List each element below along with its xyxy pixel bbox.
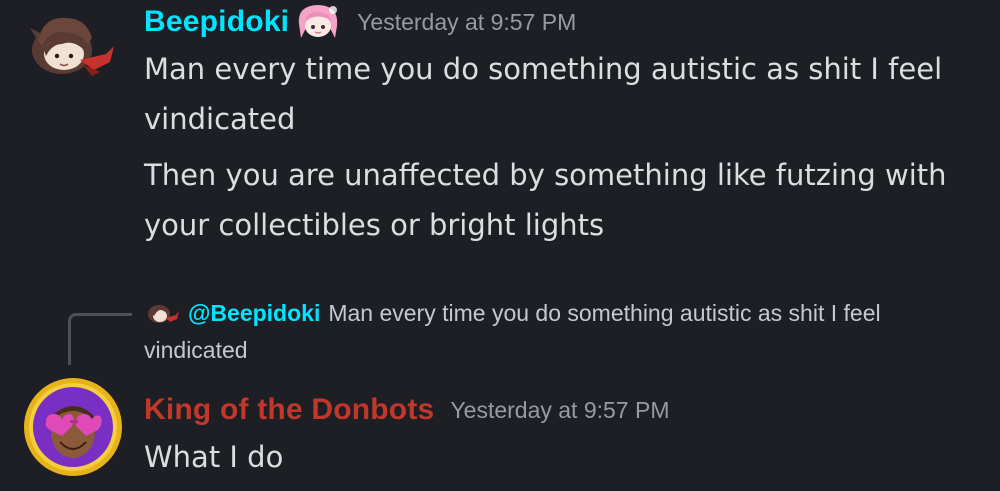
message-group-beepidoki: Beepidoki Yesterday at 9:57 PM Man every…	[0, 0, 1000, 250]
message-header: Beepidoki Yesterday at 9:57 PM	[144, 2, 576, 42]
reply-connector-line	[68, 313, 132, 365]
username-beepidoki[interactable]: Beepidoki	[144, 5, 289, 39]
message-group-king-of-the-donbots: @Beepidoki Man every time you do somethin…	[0, 280, 1000, 491]
message-content: Then you are unaffected by something lik…	[144, 158, 947, 242]
anime-girl-avatar-icon[interactable]	[22, 10, 118, 80]
message-header: King of the Donbots Yesterday at 9:57 PM	[144, 388, 669, 432]
message-content: Man every time you do something autistic…	[144, 52, 943, 136]
heart-sunglasses-face-avatar-icon[interactable]	[22, 376, 124, 478]
message-timestamp[interactable]: Yesterday at 9:57 PM	[450, 397, 669, 424]
reply-preview[interactable]: @Beepidoki Man every time you do somethin…	[144, 295, 984, 369]
username-king-of-the-donbots[interactable]: King of the Donbots	[144, 393, 434, 427]
message-timestamp[interactable]: Yesterday at 9:57 PM	[357, 9, 576, 36]
reply-mention[interactable]: @Beepidoki	[188, 300, 320, 326]
message-content: What I do	[144, 440, 284, 474]
pink-hair-anime-girl-icon[interactable]	[295, 2, 341, 42]
